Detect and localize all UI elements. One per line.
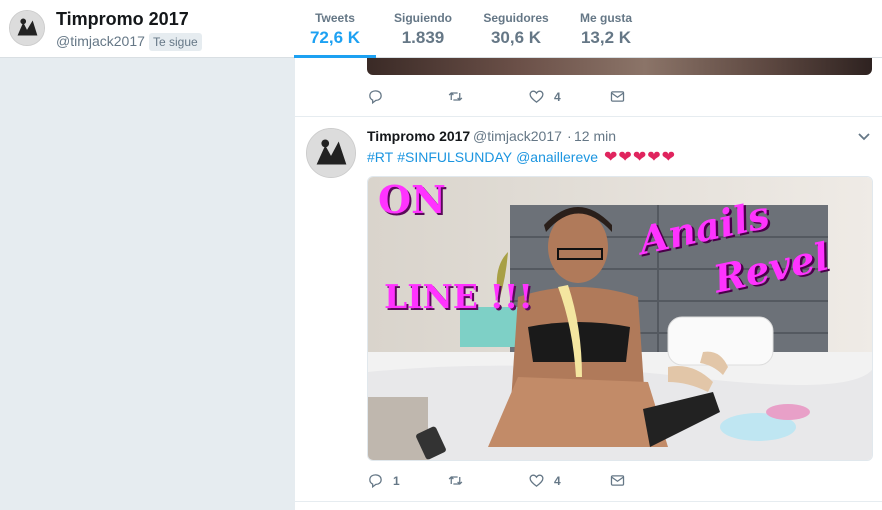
like-count: 4 — [554, 89, 561, 104]
stat-tweets[interactable]: Tweets 72,6 K — [294, 11, 376, 58]
reply-icon — [369, 474, 382, 489]
direct-message-button[interactable] — [609, 472, 626, 489]
tweet-divider — [295, 501, 882, 502]
tweet-separator: · — [567, 128, 572, 144]
follows-you-badge: Te sigue — [149, 33, 202, 51]
tweet-author-handle[interactable]: @timjack2017 — [473, 128, 562, 144]
reply-button[interactable] — [367, 88, 393, 105]
tweet-author-avatar[interactable] — [306, 128, 356, 178]
retweet-icon — [448, 92, 463, 101]
profile-avatar[interactable] — [9, 10, 45, 46]
mention-link[interactable]: @anaillereve — [516, 149, 598, 165]
stat-likes[interactable]: Me gusta 13,2 K — [578, 11, 634, 48]
stat-tweets-label: Tweets — [315, 11, 355, 25]
tweet-menu-button[interactable] — [856, 128, 872, 144]
like-count: 4 — [554, 473, 561, 488]
previous-tweet-actions: 4 — [367, 88, 667, 108]
tweet-media-image[interactable]: ON LINE !!! Anails Revel — [367, 176, 873, 461]
media-overlay-text: LINE !!! — [384, 277, 533, 316]
stat-likes-value: 13,2 K — [580, 28, 632, 47]
direct-message-icon — [610, 91, 625, 102]
reply-count: 1 — [393, 473, 400, 488]
timeline: 4 Timpromo 2017 @timjack2017 · 12 min #R… — [294, 58, 882, 510]
stat-following-label: Siguiendo — [394, 11, 452, 25]
stat-followers-value: 30,6 K — [490, 28, 542, 47]
direct-message-icon — [610, 475, 625, 486]
like-button[interactable]: 4 — [528, 472, 561, 489]
profile-name[interactable]: Timpromo 2017 — [56, 9, 189, 30]
reply-button[interactable]: 1 — [367, 472, 400, 489]
caret-down-icon — [858, 133, 870, 141]
like-icon — [529, 474, 544, 487]
heart-emojis: ❤❤❤❤❤ — [604, 149, 677, 166]
stat-following[interactable]: Siguiendo 1.839 — [392, 11, 454, 48]
like-button[interactable]: 4 — [528, 88, 561, 105]
previous-tweet-media[interactable] — [367, 58, 872, 75]
reply-icon — [369, 90, 382, 105]
retweet-icon — [448, 476, 463, 485]
retweet-button[interactable] — [447, 472, 473, 489]
tweet-divider — [295, 116, 882, 117]
like-icon — [529, 90, 544, 103]
hashtag-link[interactable]: #SINFULSUNDAY — [397, 149, 512, 165]
media-overlay-text: ON — [378, 177, 446, 222]
profile-handle[interactable]: @timjack2017 — [56, 33, 145, 49]
stat-followers[interactable]: Seguidores 30,6 K — [482, 11, 550, 48]
tweet-actions: 1 4 — [367, 472, 667, 492]
profile-header-bar: Timpromo 2017 @timjack2017 Te sigue Twee… — [0, 0, 882, 58]
tweet-timestamp[interactable]: 12 min — [574, 128, 616, 144]
tweet-text: #RT #SINFULSUNDAY @anaillereve ❤❤❤❤❤ — [367, 147, 676, 167]
tweet-author-name[interactable]: Timpromo 2017 — [367, 128, 470, 144]
stat-likes-label: Me gusta — [579, 11, 632, 25]
direct-message-button[interactable] — [609, 88, 626, 105]
stat-followers-label: Seguidores — [483, 11, 549, 25]
stat-tweets-value: 72,6 K — [309, 28, 361, 47]
stat-following-value: 1.839 — [401, 28, 445, 47]
hashtag-link[interactable]: #RT — [367, 149, 393, 165]
retweet-button[interactable] — [447, 88, 473, 105]
